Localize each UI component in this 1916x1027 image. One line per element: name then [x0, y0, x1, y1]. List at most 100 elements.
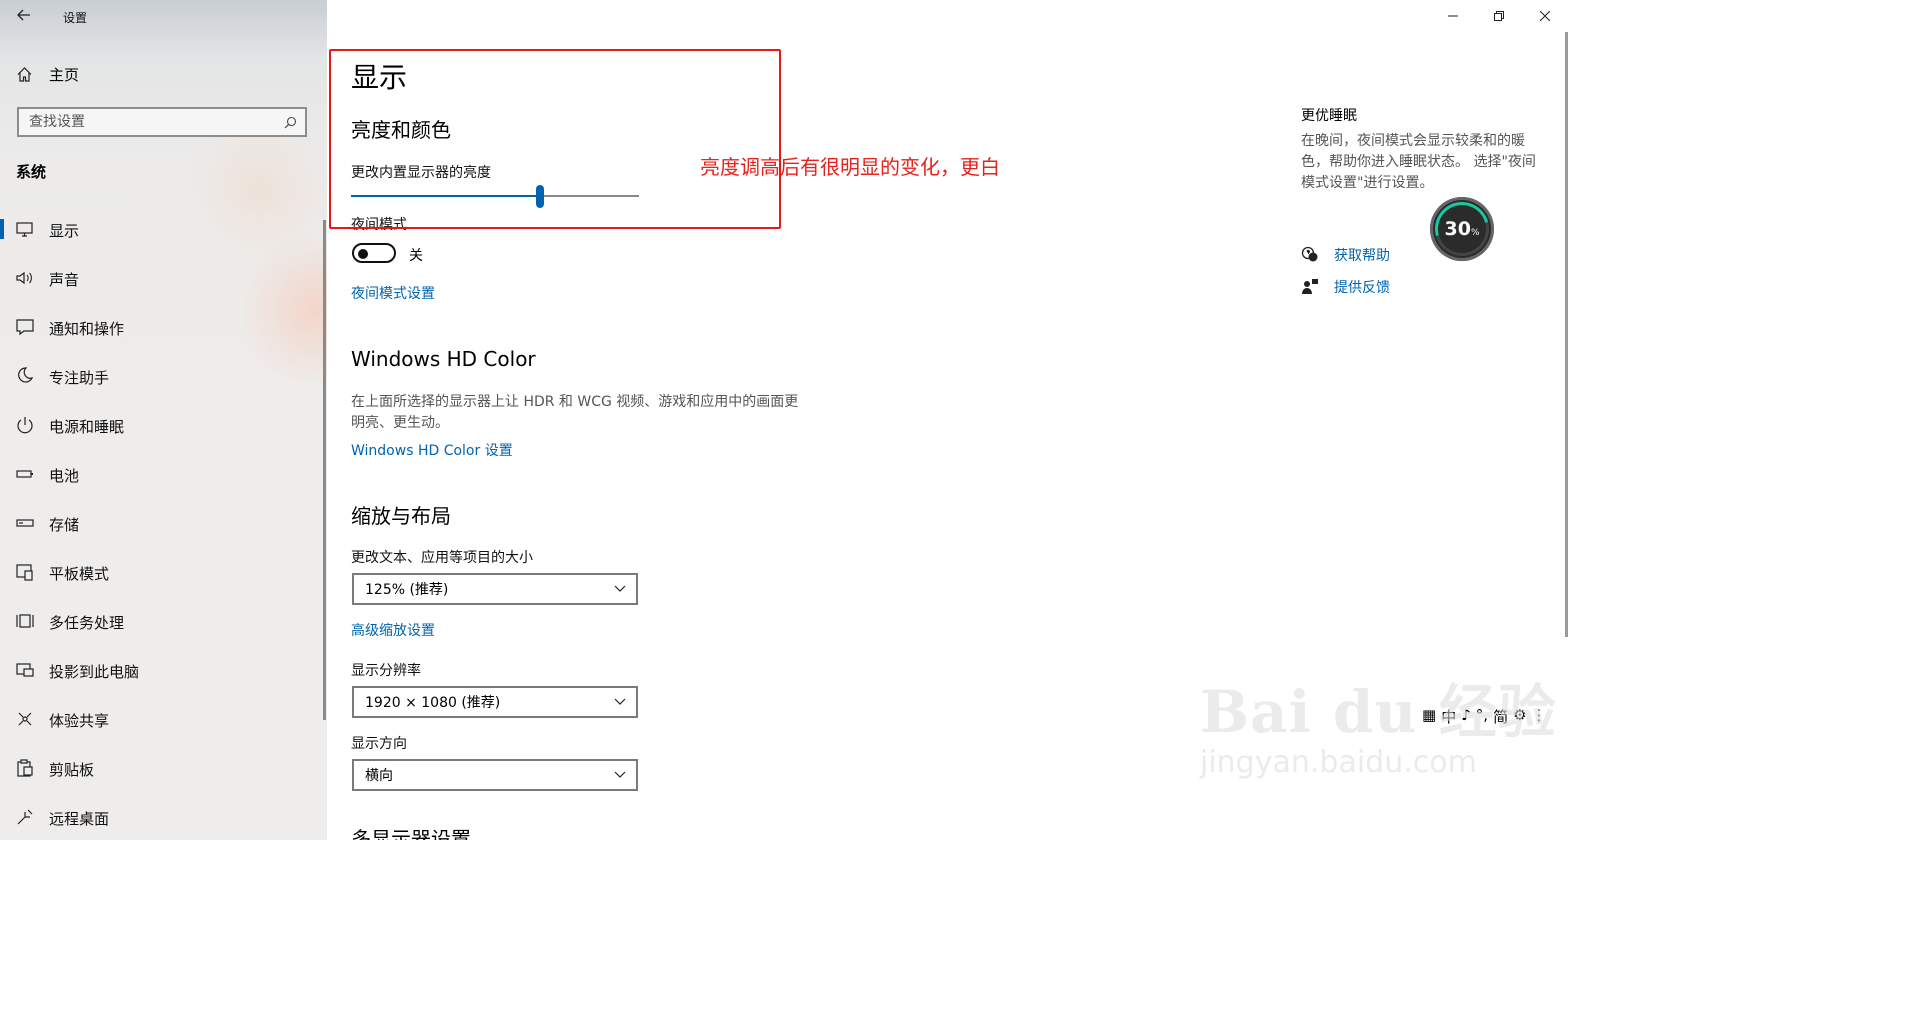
- sidebar-item-tablet-mode[interactable]: 平板模式: [0, 548, 323, 597]
- sidebar-item-notifications[interactable]: 通知和操作: [0, 303, 323, 352]
- ime-item[interactable]: ⚙: [1513, 706, 1526, 727]
- hd-color-description: 在上面所选择的显示器上让 HDR 和 WCG 视频、游戏和应用中的画面更明亮、更…: [351, 394, 799, 431]
- battery-icon: [16, 470, 33, 478]
- give-feedback-label: 提供反馈: [1334, 280, 1390, 296]
- sidebar-item-focus-assist[interactable]: 专注助手: [0, 352, 323, 401]
- settings-window: 设置 主页 系统 显示 声音 通知和操作: [0, 0, 1568, 840]
- sidebar-item-clipboard[interactable]: 剪贴板: [0, 744, 323, 793]
- resolution-value: 1920 × 1080 (推荐): [365, 695, 501, 711]
- sidebar-item-display[interactable]: 显示: [0, 205, 323, 254]
- home-icon: [17, 67, 32, 82]
- feedback-icon: [1302, 279, 1318, 294]
- ime-item[interactable]: 中: [1441, 706, 1456, 727]
- sidebar-item-label: 剪贴板: [49, 761, 95, 779]
- ime-item[interactable]: 简: [1493, 706, 1508, 727]
- moon-icon: [18, 367, 34, 383]
- sidebar-item-label: 声音: [49, 271, 80, 289]
- sidebar-item-project-to-pc[interactable]: 投影到此电脑: [0, 646, 323, 695]
- home-label: 主页: [49, 66, 80, 84]
- ime-toolbar: ▦ 中 ♪ °, 简 ⚙ ⋮: [1422, 706, 1547, 727]
- give-feedback-link[interactable]: 提供反馈: [1301, 277, 1390, 297]
- back-button[interactable]: [10, 4, 38, 28]
- share-icon: [18, 712, 32, 726]
- search-icon[interactable]: [279, 111, 301, 133]
- text-size-dropdown[interactable]: 125% (推荐): [352, 573, 638, 605]
- resolution-dropdown[interactable]: 1920 × 1080 (推荐): [352, 686, 638, 718]
- night-light-toggle[interactable]: [352, 243, 396, 263]
- sidebar-item-label: 投影到此电脑: [49, 663, 140, 681]
- text-size-value: 125% (推荐): [365, 582, 449, 598]
- ime-item[interactable]: °,: [1476, 706, 1488, 727]
- sidebar-item-label: 体验共享: [49, 712, 110, 730]
- orientation-value: 横向: [365, 768, 393, 784]
- power-icon: [17, 417, 33, 434]
- sidebar-item-label: 远程桌面: [49, 810, 110, 828]
- ime-item[interactable]: ⋮: [1532, 706, 1547, 727]
- advanced-scaling-link[interactable]: 高级缩放设置: [351, 620, 435, 640]
- sidebar-item-label: 专注助手: [49, 369, 110, 387]
- chevron-down-icon: [614, 698, 626, 705]
- badge-value: 30%: [1444, 218, 1480, 240]
- multi-display-heading: 多显示器设置: [351, 827, 471, 840]
- get-help-link[interactable]: 获取帮助: [1301, 245, 1390, 265]
- text-size-label: 更改文本、应用等项目的大小: [351, 550, 533, 566]
- close-icon: [1540, 11, 1550, 21]
- multitask-icon: [16, 614, 34, 628]
- remote-desktop-icon: [17, 809, 33, 825]
- sidebar-item-battery[interactable]: 电池: [0, 450, 323, 499]
- sidebar-item-label: 存储: [49, 516, 80, 534]
- better-sleep-title: 更优睡眠: [1301, 108, 1357, 124]
- minimize-icon: [1448, 15, 1458, 17]
- orientation-dropdown[interactable]: 横向: [352, 759, 638, 791]
- chat-help-icon: [1301, 246, 1318, 262]
- hd-color-heading: Windows HD Color: [351, 347, 536, 371]
- orientation-label: 显示方向: [351, 736, 407, 752]
- sidebar-item-multitasking[interactable]: 多任务处理: [0, 597, 323, 646]
- back-arrow-icon: [17, 9, 30, 21]
- sidebar-nav: 显示 声音 通知和操作 专注助手 电源和睡眠 电池 存储 平板模式 多任务处理 …: [0, 205, 323, 840]
- hd-color-settings-link[interactable]: Windows HD Color 设置: [351, 440, 513, 460]
- sidebar-item-label: 平板模式: [49, 565, 110, 583]
- ime-item[interactable]: ♪: [1461, 706, 1471, 727]
- annotation-box: [329, 49, 781, 229]
- sidebar-item-power-sleep[interactable]: 电源和睡眠: [0, 401, 323, 450]
- close-button[interactable]: [1522, 0, 1568, 32]
- search-box[interactable]: [17, 107, 307, 137]
- better-sleep-description: 在晚间，夜间模式会显示较柔和的暖色，帮助你进入睡眠状态。 选择"夜间模式设置"进…: [1301, 133, 1536, 191]
- window-controls: [1430, 0, 1568, 32]
- sidebar-item-label: 多任务处理: [49, 614, 125, 632]
- sidebar-item-shared-experiences[interactable]: 体验共享: [0, 695, 323, 744]
- ime-grid-icon[interactable]: ▦: [1422, 706, 1436, 727]
- night-light-state: 关: [409, 248, 423, 264]
- sidebar-item-label: 电池: [49, 467, 80, 485]
- sidebar-scrollbar[interactable]: [323, 220, 326, 720]
- sidebar-item-remote-desktop[interactable]: 远程桌面: [0, 793, 323, 840]
- tablet-icon: [16, 564, 33, 581]
- annotation-text: 亮度调高后有很明显的变化，更白: [700, 155, 1000, 179]
- get-help-label: 获取帮助: [1334, 248, 1390, 264]
- section-title: 系统: [16, 163, 47, 181]
- project-icon: [16, 663, 34, 677]
- storage-icon: [16, 519, 34, 527]
- minimize-button[interactable]: [1430, 0, 1476, 32]
- sidebar: 设置 主页 系统 显示 声音 通知和操作: [0, 0, 327, 840]
- restore-icon: [1494, 11, 1504, 21]
- sidebar-item-storage[interactable]: 存储: [0, 499, 323, 548]
- window-title: 设置: [63, 11, 88, 25]
- notification-icon: [16, 319, 34, 336]
- search-input[interactable]: [19, 113, 279, 131]
- sidebar-item-sound[interactable]: 声音: [0, 254, 323, 303]
- chevron-down-icon: [614, 585, 626, 592]
- home-link[interactable]: 主页: [16, 64, 79, 85]
- restore-button[interactable]: [1476, 0, 1522, 32]
- active-indicator: [0, 219, 4, 239]
- overlay-percent-badge[interactable]: 30%: [1425, 192, 1499, 266]
- scale-layout-heading: 缩放与布局: [351, 504, 451, 528]
- chevron-down-icon: [614, 771, 626, 778]
- content-scrollbar[interactable]: [1565, 32, 1568, 637]
- speaker-icon: [16, 271, 32, 285]
- sidebar-item-label: 通知和操作: [49, 320, 125, 338]
- clipboard-icon: [17, 759, 33, 777]
- night-light-settings-link[interactable]: 夜间模式设置: [351, 283, 435, 303]
- resolution-label: 显示分辨率: [351, 663, 421, 679]
